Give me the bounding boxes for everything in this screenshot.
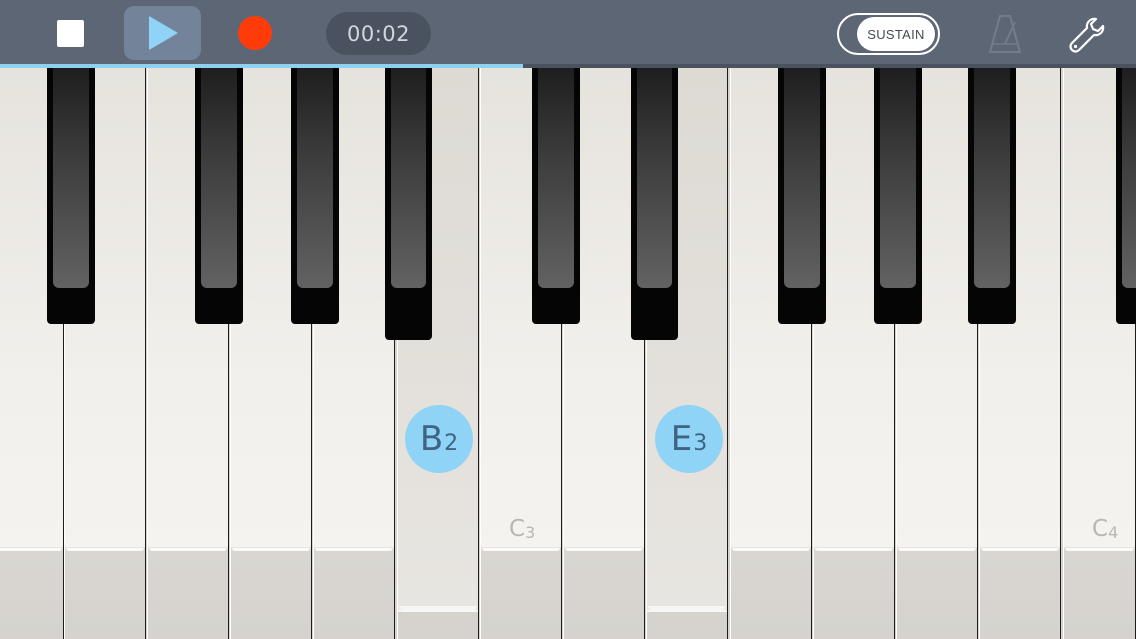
stop-button[interactable] [44,8,96,58]
black-key[interactable] [291,68,339,324]
black-key[interactable] [532,68,580,324]
metronome-icon [988,15,1022,53]
record-icon [238,16,272,50]
sustain-label: SUSTAIN [857,17,935,51]
key-label-c4: C4 [1092,516,1119,542]
active-note-bubble-e3: E3 [655,405,723,473]
metronome-button[interactable] [983,12,1027,56]
play-icon [148,16,178,50]
stop-icon [56,19,84,47]
black-key[interactable] [874,68,922,324]
active-note-bubble-b2: B2 [405,405,473,473]
sustain-toggle[interactable]: SUSTAIN [837,13,940,55]
black-key[interactable] [195,68,243,324]
black-key[interactable] [1116,68,1136,324]
wrench-icon [1069,17,1105,53]
elapsed-time: 00:02 [326,12,431,55]
play-button[interactable] [124,6,201,60]
black-key[interactable] [631,68,678,340]
black-key[interactable] [47,68,95,324]
key-label-c3: C3 [509,516,536,542]
settings-button[interactable] [1062,12,1112,58]
black-key[interactable] [385,68,432,340]
black-key[interactable] [968,68,1016,324]
piano-keyboard: C3 C4 B2 E3 [0,68,1136,639]
record-button[interactable] [228,8,282,58]
toolbar: 00:02 SUSTAIN [0,0,1136,64]
black-key[interactable] [778,68,826,324]
